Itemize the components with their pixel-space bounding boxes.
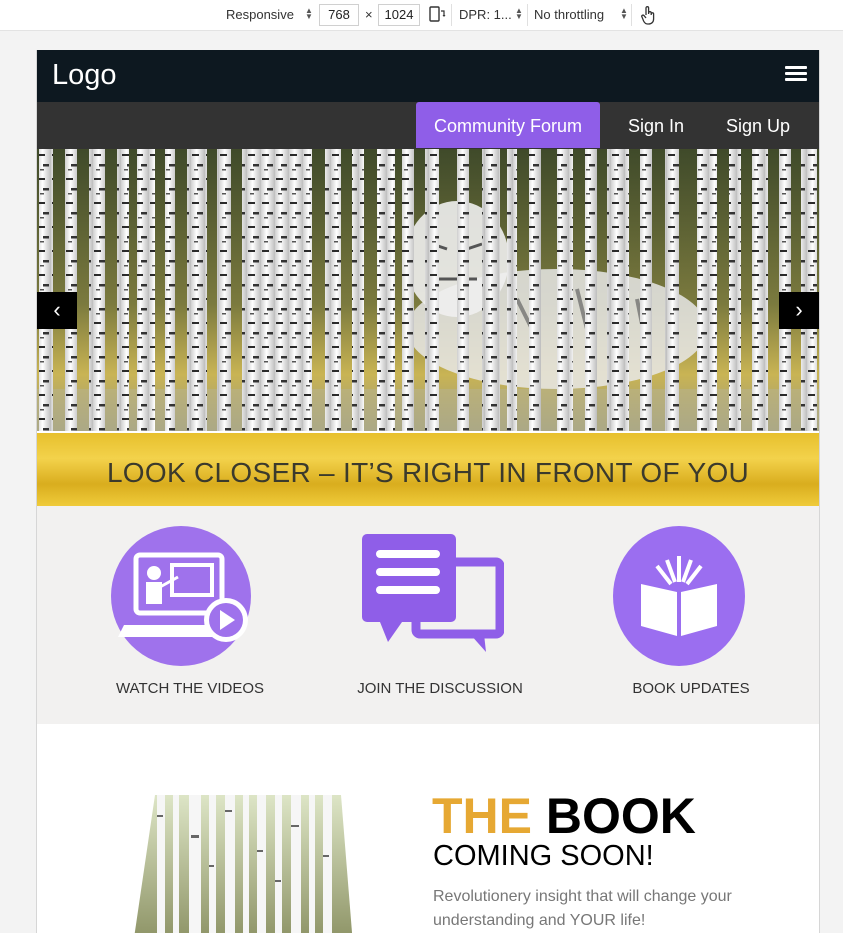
feature-label: WATCH THE VIDEOS [115,680,265,697]
rotate-device-icon[interactable] [428,5,446,23]
chat-bubbles-icon [362,534,504,652]
feature-label: BOOK UPDATES [632,680,750,697]
nav-sign-up[interactable]: Sign Up [708,102,808,149]
touch-pointer-icon[interactable] [640,5,656,25]
top-header: Logo [37,50,819,102]
book-subtitle: COMING SOON! [433,840,654,872]
feature-book-updates[interactable]: BOOK UPDATES [581,506,801,724]
feature-watch-videos[interactable]: WATCH THE VIDEOS [80,506,300,724]
feature-join-discussion[interactable]: JOIN THE DISCUSSION [330,506,550,724]
dimension-separator: × [365,7,373,22]
toolbar-divider [527,4,528,26]
devtools-toolbar: Responsive ▲ ▼ 768 × 1024 DPR: 1... ▲ ▼ No… [0,0,843,31]
viewport-height-input[interactable]: 1024 [378,4,420,26]
book-section: THE BOOK COMING SOON! Revolutionery insi… [37,724,819,933]
open-book-icon [613,526,745,666]
features-section: WATCH THE VIDEOS JOIN THE DISCUSSION BOO… [37,506,819,724]
throttling-select[interactable]: No throttling [534,6,604,24]
book-title-the: THE [432,788,532,844]
dpr-select-arrows-icon: ▲ ▼ [515,6,523,21]
tagline-text: LOOK CLOSER – IT’S RIGHT IN FRONT OF YOU [106,457,750,488]
feature-label: JOIN THE DISCUSSION [357,680,523,697]
book-cover-image [134,795,353,933]
video-lesson-icon [111,526,251,666]
site-logo[interactable]: Logo [52,59,117,92]
nav-sign-in[interactable]: Sign In [610,102,702,149]
hero-image-birch-forest-tiger [37,149,819,431]
toolbar-divider [451,4,452,26]
main-nav: Community Forum Sign In Sign Up [37,102,819,149]
toolbar-divider [631,4,632,26]
book-title-book: BOOK [545,788,696,844]
dpr-select[interactable]: DPR: 1... [459,6,512,24]
nav-community-forum[interactable]: Community Forum [416,102,601,148]
throttling-select-arrows-icon: ▲ ▼ [620,6,628,21]
book-title: THE BOOK [432,790,696,842]
carousel-next-button[interactable]: › [779,292,819,329]
viewport-width-input[interactable]: 768 [319,4,359,26]
tagline-banner: LOOK CLOSER – IT’S RIGHT IN FRONT OF YOU [37,433,819,506]
device-select-arrows-icon: ▲ ▼ [305,6,313,21]
hamburger-menu-icon[interactable] [785,66,807,82]
hero-carousel: ‹ › [37,149,819,431]
book-description: Revolutionery insight that will change y… [433,888,732,929]
page-viewport: Logo Community Forum Sign In Sign Up ‹ ›… [36,50,820,933]
carousel-prev-button[interactable]: ‹ [37,292,77,329]
device-select[interactable]: Responsive [226,6,294,24]
